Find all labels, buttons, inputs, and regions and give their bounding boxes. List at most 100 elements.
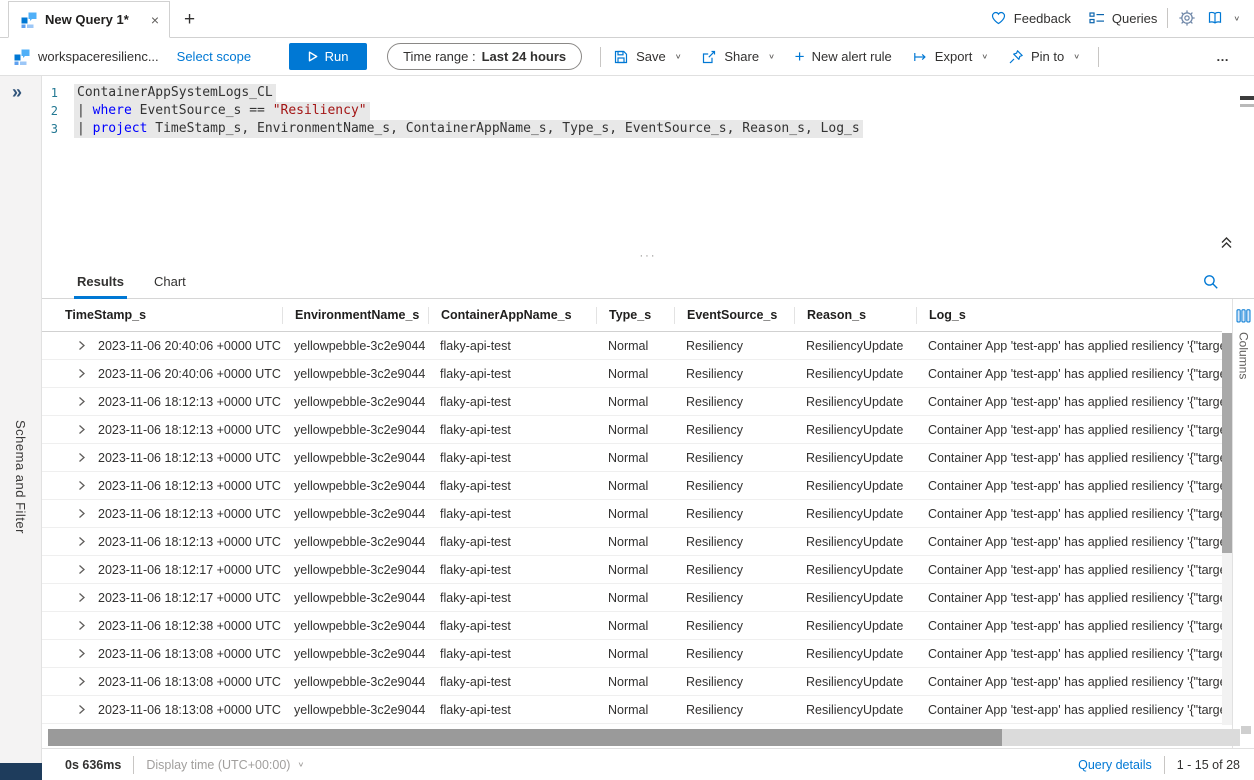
export-button[interactable]: Export ∨: [912, 49, 988, 65]
column-header-timestamp[interactable]: TimeStamp_s: [42, 307, 282, 324]
row-expand-chevron-icon[interactable]: [78, 648, 98, 659]
table-row[interactable]: 2023-11-06 18:12:13 +0000 UTCyellowpebbl…: [42, 500, 1222, 528]
schema-filter-label[interactable]: Schema and Filter: [13, 420, 28, 534]
cell-app: flaky-api-test: [428, 395, 596, 409]
code-line[interactable]: 2| where EventSource_s == "Resiliency": [42, 102, 1254, 120]
horizontal-scrollbar-thumb[interactable]: [48, 729, 1002, 746]
cell-app: flaky-api-test: [428, 451, 596, 465]
table-row[interactable]: 2023-11-06 18:12:38 +0000 UTCyellowpebbl…: [42, 612, 1222, 640]
cell-environment: yellowpebble-3c2e9044: [282, 367, 428, 381]
pin-to-button[interactable]: Pin to ∨: [1008, 49, 1080, 65]
search-results-icon[interactable]: [1202, 273, 1220, 291]
feedback-button[interactable]: Feedback: [990, 10, 1071, 26]
table-row[interactable]: 2023-11-06 18:12:13 +0000 UTCyellowpebbl…: [42, 388, 1222, 416]
table-row[interactable]: 2023-11-06 18:12:13 +0000 UTCyellowpebbl…: [42, 528, 1222, 556]
row-expand-chevron-icon[interactable]: [78, 676, 98, 687]
queries-list-icon: [1089, 11, 1105, 26]
time-range-picker[interactable]: Time range : Last 24 hours: [387, 43, 582, 70]
table-row[interactable]: 2023-11-06 18:13:08 +0000 UTCyellowpebbl…: [42, 668, 1222, 696]
code-text: | project TimeStamp_s, EnvironmentName_s…: [74, 120, 863, 138]
row-expand-chevron-icon[interactable]: [78, 564, 98, 575]
row-expand-chevron-icon[interactable]: [78, 424, 98, 435]
row-expand-chevron-icon[interactable]: [78, 620, 98, 631]
cell-environment: yellowpebble-3c2e9044: [282, 563, 428, 577]
share-button[interactable]: Share ∨: [701, 49, 774, 65]
columns-panel-label[interactable]: Columns: [1237, 332, 1251, 379]
collapse-editor-button[interactable]: [1219, 235, 1234, 250]
scrollbar-corner: [1241, 726, 1251, 734]
table-row[interactable]: 2023-11-06 18:12:13 +0000 UTCyellowpebbl…: [42, 472, 1222, 500]
vertical-scrollbar[interactable]: [1222, 333, 1232, 725]
cell-type: Normal: [596, 339, 674, 353]
cell-environment: yellowpebble-3c2e9044: [282, 451, 428, 465]
select-scope-link[interactable]: Select scope: [177, 49, 251, 64]
results-table-header: TimeStamp_s EnvironmentName_s ContainerA…: [42, 299, 1222, 332]
column-header-type[interactable]: Type_s: [596, 307, 674, 324]
new-alert-rule-button[interactable]: + New alert rule: [795, 48, 892, 65]
run-button[interactable]: Run: [289, 43, 367, 70]
tab-new-query[interactable]: New Query 1* ×: [8, 1, 170, 38]
new-tab-button[interactable]: +: [184, 10, 195, 29]
code-line[interactable]: 1ContainerAppSystemLogs_CL: [42, 84, 1254, 102]
vertical-scrollbar-thumb[interactable]: [1222, 333, 1232, 553]
table-row[interactable]: 2023-11-06 18:13:08 +0000 UTCyellowpebbl…: [42, 696, 1222, 724]
table-row[interactable]: 2023-11-06 18:12:13 +0000 UTCyellowpebbl…: [42, 444, 1222, 472]
tabbar-right: Feedback Queries: [990, 0, 1254, 37]
settings-gear-icon[interactable]: [1178, 9, 1196, 27]
column-header-log[interactable]: Log_s: [916, 307, 1222, 324]
workspace-name[interactable]: workspaceresilienc...: [38, 49, 159, 64]
cell-type: Normal: [596, 563, 674, 577]
cell-environment: yellowpebble-3c2e9044: [282, 675, 428, 689]
line-number: 1: [42, 84, 74, 102]
row-expand-chevron-icon[interactable]: [78, 704, 98, 715]
cell-event_source: Resiliency: [674, 675, 794, 689]
query-details-link[interactable]: Query details: [1078, 758, 1152, 772]
code-text: ContainerAppSystemLogs_CL: [74, 84, 276, 102]
row-expand-chevron-icon[interactable]: [78, 340, 98, 351]
code-line[interactable]: 3| project TimeStamp_s, EnvironmentName_…: [42, 120, 1254, 138]
column-header-reason[interactable]: Reason_s: [794, 307, 916, 324]
save-button[interactable]: Save ∨: [613, 49, 681, 65]
expand-sidebar-icon[interactable]: »: [0, 76, 41, 103]
cell-type: Normal: [596, 367, 674, 381]
tab-results[interactable]: Results: [77, 264, 124, 299]
divider: [1098, 47, 1099, 67]
column-header-environment[interactable]: EnvironmentName_s: [282, 307, 428, 324]
query-editor[interactable]: 1ContainerAppSystemLogs_CL2| where Event…: [42, 76, 1254, 252]
panel-splitter-handle[interactable]: ···: [42, 252, 1254, 264]
cell-event_source: Resiliency: [674, 423, 794, 437]
cell-reason: ResiliencyUpdate: [794, 535, 916, 549]
display-time-selector[interactable]: Display time (UTC+00:00) ∨: [146, 758, 304, 772]
queries-button[interactable]: Queries: [1089, 11, 1158, 26]
table-row[interactable]: 2023-11-06 18:12:17 +0000 UTCyellowpebbl…: [42, 584, 1222, 612]
tab-chart[interactable]: Chart: [154, 264, 186, 299]
table-row[interactable]: 2023-11-06 20:40:06 +0000 UTCyellowpebbl…: [42, 360, 1222, 388]
cell-reason: ResiliencyUpdate: [794, 423, 916, 437]
table-row[interactable]: 2023-11-06 18:12:17 +0000 UTCyellowpebbl…: [42, 556, 1222, 584]
cell-log: Container App 'test-app' has applied res…: [916, 395, 1222, 409]
code-text: | where EventSource_s == "Resiliency": [74, 102, 370, 120]
reference-book-button[interactable]: ∨: [1206, 10, 1240, 26]
cell-type: Normal: [596, 479, 674, 493]
table-row[interactable]: 2023-11-06 20:40:06 +0000 UTCyellowpebbl…: [42, 332, 1222, 360]
cell-log: Container App 'test-app' has applied res…: [916, 703, 1222, 717]
row-expand-chevron-icon[interactable]: [78, 368, 98, 379]
row-expand-chevron-icon[interactable]: [78, 508, 98, 519]
divider: [1167, 8, 1168, 28]
row-expand-chevron-icon[interactable]: [78, 480, 98, 491]
table-row[interactable]: 2023-11-06 18:12:13 +0000 UTCyellowpebbl…: [42, 416, 1222, 444]
column-header-eventsource[interactable]: EventSource_s: [674, 307, 794, 324]
horizontal-scrollbar[interactable]: [48, 729, 1240, 746]
close-icon[interactable]: ×: [151, 13, 159, 27]
table-row[interactable]: 2023-11-06 18:13:08 +0000 UTCyellowpebbl…: [42, 640, 1222, 668]
cell-timestamp: 2023-11-06 18:12:13 +0000 UTC: [98, 535, 282, 549]
columns-side-panel[interactable]: Columns: [1232, 299, 1254, 748]
row-expand-chevron-icon[interactable]: [78, 452, 98, 463]
cell-timestamp: 2023-11-06 18:12:17 +0000 UTC: [98, 563, 282, 577]
cell-event_source: Resiliency: [674, 563, 794, 577]
more-actions-button[interactable]: …: [1216, 49, 1240, 64]
row-expand-chevron-icon[interactable]: [78, 396, 98, 407]
column-header-containerapp[interactable]: ContainerAppName_s: [428, 307, 596, 324]
row-expand-chevron-icon[interactable]: [78, 536, 98, 547]
row-expand-chevron-icon[interactable]: [78, 592, 98, 603]
